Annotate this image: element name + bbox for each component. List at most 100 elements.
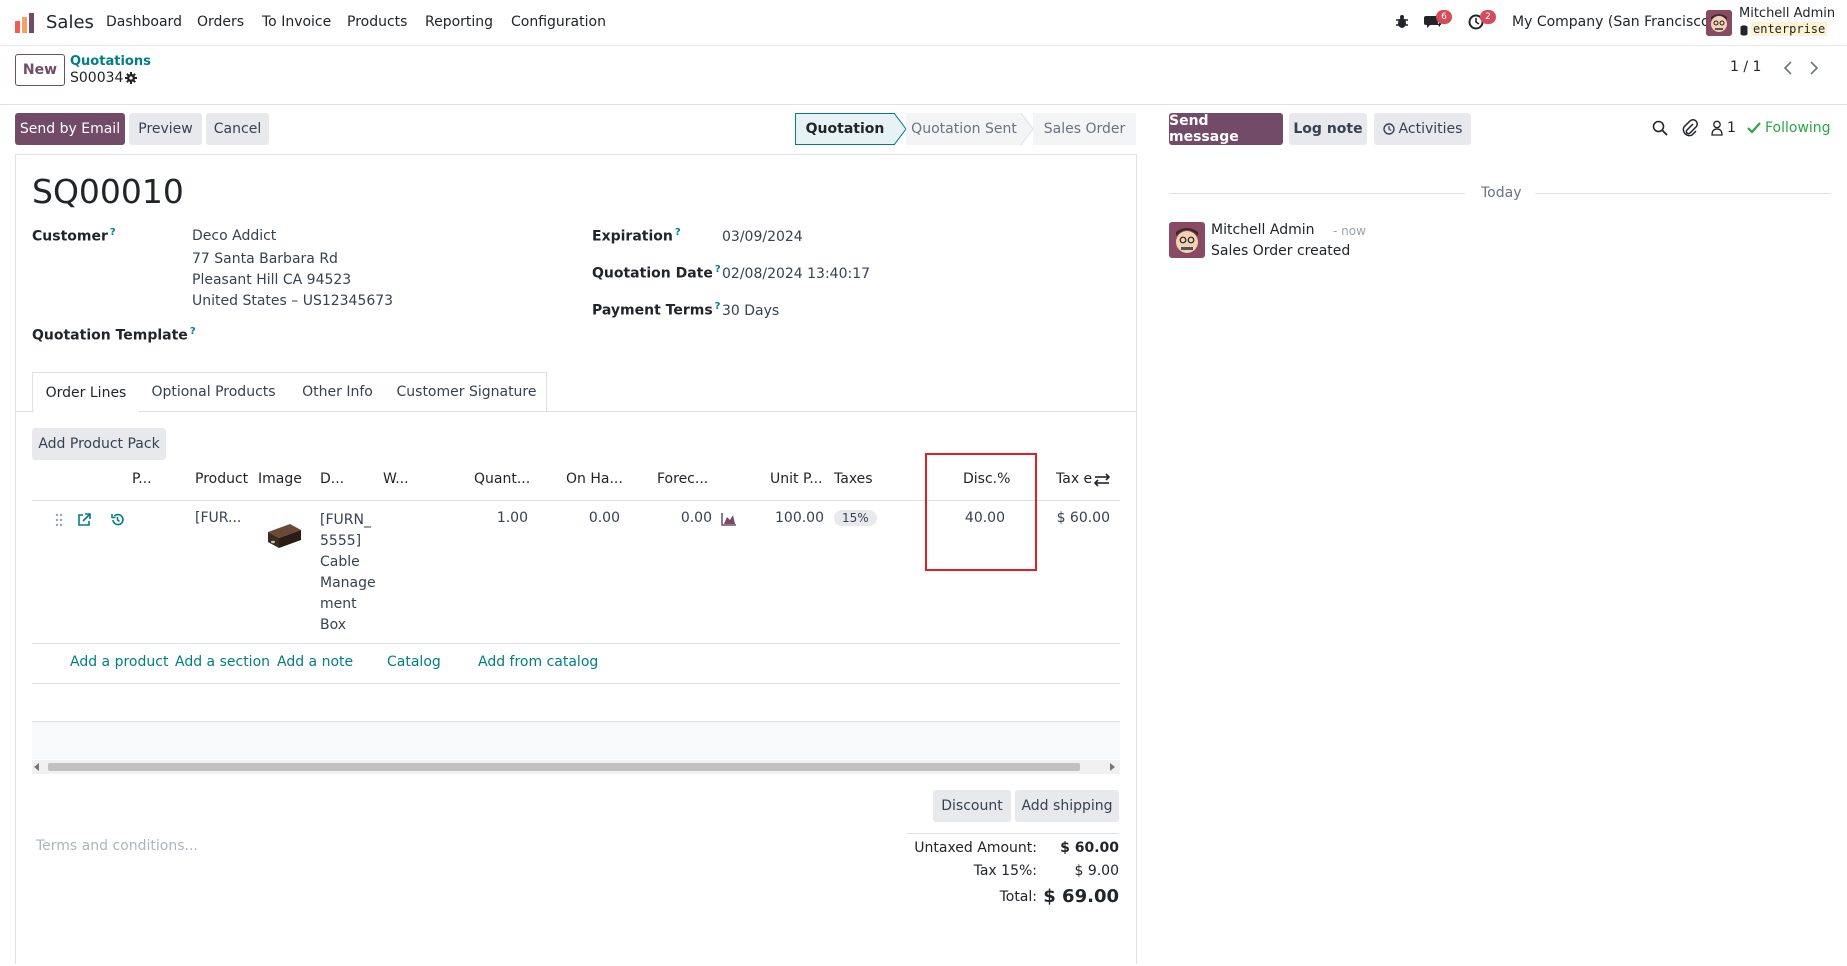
- tab-other-info[interactable]: Other Info: [288, 372, 388, 412]
- activities-button[interactable]: Activities: [1374, 113, 1471, 145]
- messages-count-badge: 6: [1436, 10, 1452, 24]
- activities-count-badge: 2: [1480, 10, 1496, 24]
- col-header-image[interactable]: Image: [258, 471, 302, 487]
- message-author-avatar[interactable]: [1169, 222, 1205, 258]
- pager-next-icon[interactable]: [1800, 56, 1828, 80]
- status-quotation[interactable]: Quotation: [795, 113, 895, 145]
- terms-conditions-input[interactable]: Terms and conditions...: [36, 838, 198, 854]
- col-header-taxes[interactable]: Taxes: [834, 471, 873, 487]
- customer-label: Customer?: [32, 227, 116, 245]
- message-time: - now: [1333, 224, 1366, 238]
- discount-button[interactable]: Discount: [933, 790, 1011, 822]
- tab-optional-products[interactable]: Optional Products: [139, 372, 289, 412]
- add-note-link[interactable]: Add a note: [277, 654, 353, 670]
- menu-dashboard[interactable]: Dashboard: [106, 14, 182, 30]
- date-separator: Today: [1481, 185, 1522, 201]
- scrollbar-thumb[interactable]: [48, 763, 1080, 771]
- col-header-forecast[interactable]: Forec...: [657, 471, 708, 487]
- tab-order-lines[interactable]: Order Lines: [32, 372, 140, 413]
- menu-products[interactable]: Products: [347, 14, 407, 30]
- scroll-left-arrow-icon[interactable]: [34, 763, 39, 771]
- add-links-divider: [32, 683, 1120, 684]
- gear-icon[interactable]: [125, 72, 137, 84]
- row-tax-badge[interactable]: 15%: [834, 510, 877, 526]
- user-name[interactable]: Mitchell Admin: [1739, 6, 1835, 21]
- tax-label: Tax 15%:: [973, 863, 1037, 879]
- cancel-button[interactable]: Cancel: [206, 113, 269, 145]
- record-title[interactable]: SQ00010: [32, 172, 184, 211]
- add-section-link[interactable]: Add a section: [175, 654, 270, 670]
- row-quantity[interactable]: 1.00: [474, 510, 528, 526]
- followers-user-icon[interactable]: [1711, 120, 1723, 136]
- drag-handle-icon[interactable]: [55, 513, 63, 527]
- control-divider: [0, 104, 1847, 105]
- external-link-icon[interactable]: [77, 512, 92, 527]
- status-quotation-sent[interactable]: Quotation Sent: [906, 113, 1022, 145]
- row-product[interactable]: [FUR...: [195, 510, 241, 526]
- col-header-on-hand[interactable]: On Ha...: [566, 471, 623, 487]
- row-unit-price[interactable]: 100.00: [770, 510, 824, 526]
- pager-prev-icon[interactable]: [1774, 56, 1802, 80]
- customer-name[interactable]: Deco Addict: [192, 228, 276, 244]
- today-divider-left: [1169, 193, 1465, 194]
- row-subtotal: $ 60.00: [1056, 510, 1110, 526]
- payment-terms-value[interactable]: 30 Days: [722, 303, 779, 319]
- col-header-description[interactable]: D...: [320, 471, 344, 487]
- bug-icon[interactable]: [1394, 14, 1410, 30]
- send-message-button[interactable]: Send message: [1169, 113, 1283, 145]
- col-header-w[interactable]: W...: [383, 471, 409, 487]
- preview-button[interactable]: Preview: [129, 113, 202, 145]
- optional-columns-toggle-icon[interactable]: [1093, 472, 1111, 488]
- col-header-p[interactable]: P...: [132, 471, 152, 487]
- payment-terms-label: Payment Terms?: [592, 301, 721, 319]
- paperclip-icon[interactable]: [1682, 119, 1698, 137]
- app-name[interactable]: Sales: [46, 12, 94, 33]
- help-tooltip-icon[interactable]: ?: [110, 227, 116, 238]
- add-product-link[interactable]: Add a product: [70, 654, 168, 670]
- quotation-date-value[interactable]: 02/08/2024 13:40:17: [722, 266, 870, 282]
- col-header-product[interactable]: Product: [195, 471, 248, 487]
- sales-app-icon[interactable]: [14, 12, 36, 34]
- send-by-email-button[interactable]: Send by Email: [15, 113, 125, 145]
- forecast-chart-icon[interactable]: [721, 512, 737, 526]
- search-messages-icon[interactable]: [1652, 120, 1668, 136]
- add-product-pack-button[interactable]: Add Product Pack: [32, 428, 166, 460]
- add-from-catalog-link[interactable]: Add from catalog: [478, 654, 598, 670]
- company-switcher[interactable]: My Company (San Francisco): [1512, 14, 1715, 30]
- row-description[interactable]: [FURN_ 5555] Cable Manage ment Box: [320, 510, 376, 636]
- followers-count[interactable]: 1: [1727, 120, 1736, 136]
- tab-customer-signature[interactable]: Customer Signature: [387, 372, 547, 412]
- expiration-value[interactable]: 03/09/2024: [722, 229, 803, 245]
- empty-table-row: [32, 721, 1120, 759]
- pager-value[interactable]: 1 / 1: [1730, 59, 1761, 75]
- status-sales-order[interactable]: Sales Order: [1033, 113, 1136, 145]
- product-image[interactable]: [264, 516, 304, 552]
- col-header-tax-excluded[interactable]: Tax e: [1056, 471, 1092, 487]
- scroll-right-arrow-icon[interactable]: [1110, 763, 1115, 771]
- catalog-link[interactable]: Catalog: [387, 654, 441, 670]
- new-button[interactable]: New: [15, 54, 65, 86]
- log-note-button[interactable]: Log note: [1289, 113, 1367, 145]
- db-icon: [1740, 24, 1748, 36]
- untaxed-amount-label: Untaxed Amount:: [914, 840, 1037, 856]
- following-button[interactable]: Following: [1765, 120, 1831, 136]
- menu-to-invoice[interactable]: To Invoice: [262, 14, 331, 30]
- help-tooltip-icon[interactable]: ?: [715, 301, 721, 312]
- col-header-unit-price[interactable]: Unit P...: [770, 471, 823, 487]
- add-shipping-button[interactable]: Add shipping: [1015, 790, 1119, 822]
- today-divider-right: [1535, 193, 1831, 194]
- help-tooltip-icon[interactable]: ?: [715, 264, 721, 275]
- message-author[interactable]: Mitchell Admin: [1211, 222, 1315, 238]
- breadcrumb-quotations[interactable]: Quotations: [70, 54, 151, 69]
- menu-configuration[interactable]: Configuration: [511, 14, 606, 30]
- record-reference: S00034: [70, 70, 124, 86]
- menu-reporting[interactable]: Reporting: [425, 14, 493, 30]
- customer-address-line1: 77 Santa Barbara Rd: [192, 251, 338, 267]
- help-tooltip-icon[interactable]: ?: [675, 227, 681, 238]
- menu-orders[interactable]: Orders: [197, 14, 244, 30]
- quotation-template-input[interactable]: [192, 322, 542, 346]
- user-avatar[interactable]: [1706, 10, 1732, 36]
- history-icon[interactable]: [110, 512, 125, 527]
- col-header-quantity[interactable]: Quant...: [474, 471, 530, 487]
- horizontal-scrollbar[interactable]: [32, 760, 1120, 774]
